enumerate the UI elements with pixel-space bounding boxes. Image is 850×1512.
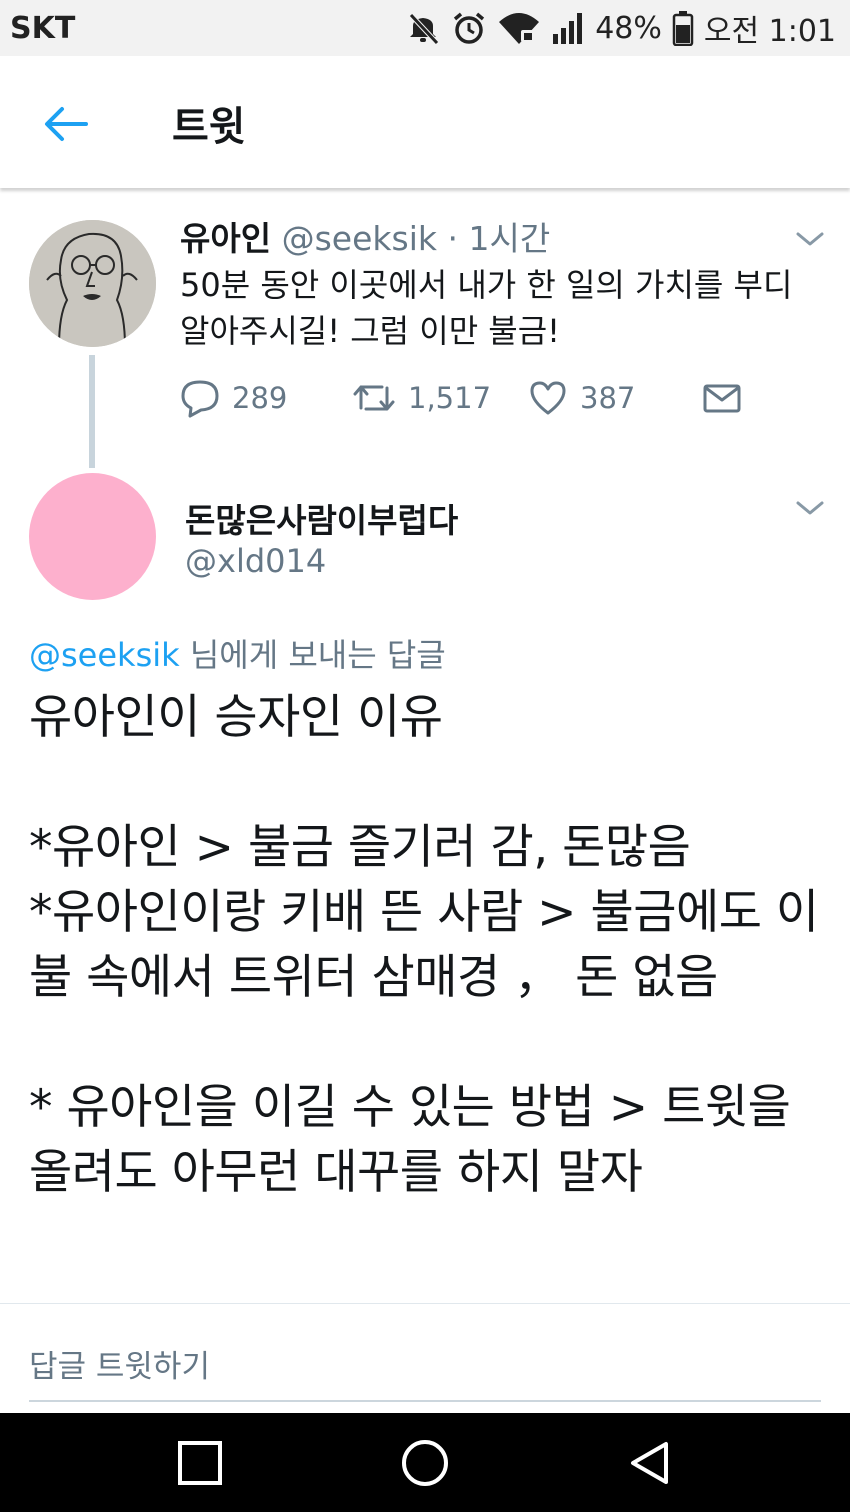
back-arrow-icon xyxy=(45,107,88,141)
separator-dot: · xyxy=(447,219,458,258)
mute-icon xyxy=(409,13,440,45)
recents-button[interactable] xyxy=(170,1433,230,1493)
square-icon xyxy=(178,1441,222,1485)
reply-icon xyxy=(181,380,219,418)
parent-tweet-header: 유아인 @seeksik · 1시간 xyxy=(180,212,550,260)
replying-to-text: 님에게 보내는 답글 xyxy=(179,636,446,674)
retweet-icon xyxy=(353,385,395,411)
status-icons: 48% 오전 1:01 xyxy=(405,6,836,50)
retweet-count: 1,517 xyxy=(408,381,492,415)
battery-percent: 48% xyxy=(595,10,662,46)
line-drawing-face-avatar xyxy=(29,220,156,347)
reply-count: 289 xyxy=(232,381,288,415)
page-title: 트윗 xyxy=(172,104,246,150)
triangle-back-icon xyxy=(631,1442,668,1484)
wifi-icon xyxy=(499,13,540,44)
main-tweet-text: 유아인이 승자인 이유 *유아인 > 불금 즐기러 감, 돈많음 *유아인이랑 … xyxy=(29,690,819,1200)
replying-to-label: @seeksik 님에게 보내는 답글 xyxy=(29,630,446,676)
dm-share-button[interactable] xyxy=(702,372,742,424)
chevron-down-icon[interactable] xyxy=(795,498,825,518)
like-count: 387 xyxy=(580,381,636,415)
reply-button[interactable]: 289 xyxy=(180,372,287,424)
reply-input[interactable] xyxy=(29,1334,821,1402)
mention-link[interactable]: @seeksik xyxy=(29,636,180,674)
author-handle[interactable]: @seeksik xyxy=(282,219,437,258)
author-name[interactable]: 돈많은사람이부럽다 xyxy=(185,494,458,542)
retweet-button[interactable]: 1,517 xyxy=(352,372,491,424)
avatar[interactable] xyxy=(29,220,156,347)
status-bar: SKT 48% 오전 1:01 xyxy=(0,0,850,56)
chevron-down-icon[interactable] xyxy=(795,229,825,249)
home-button[interactable] xyxy=(395,1433,455,1493)
back-nav-button[interactable] xyxy=(620,1433,680,1493)
clock: 오전 1:01 xyxy=(703,14,836,49)
avatar[interactable] xyxy=(29,473,156,600)
parent-tweet-text: 50분 동안 이곳에서 내가 한 일의 가치를 부디 알아주시길! 그럼 이만 … xyxy=(180,266,793,350)
back-button[interactable] xyxy=(38,96,94,152)
author-name[interactable]: 유아인 xyxy=(180,219,271,258)
app-bar: 트윗 xyxy=(0,56,850,188)
signal-icon xyxy=(553,13,583,44)
thread-connector xyxy=(89,355,95,468)
envelope-icon xyxy=(703,384,741,413)
like-button[interactable]: 387 xyxy=(528,372,635,424)
tweet-actions: 289 1,517 387 xyxy=(180,372,780,424)
alarm-icon xyxy=(454,12,485,44)
reply-composer xyxy=(0,1303,850,1413)
circle-icon xyxy=(402,1440,448,1486)
battery-icon xyxy=(672,11,694,46)
carrier-label: SKT xyxy=(10,10,76,46)
author-handle[interactable]: @xld014 xyxy=(185,542,326,580)
tweet-time: 1시간 xyxy=(468,219,551,258)
system-nav-bar xyxy=(0,1413,850,1512)
heart-icon xyxy=(530,381,566,415)
